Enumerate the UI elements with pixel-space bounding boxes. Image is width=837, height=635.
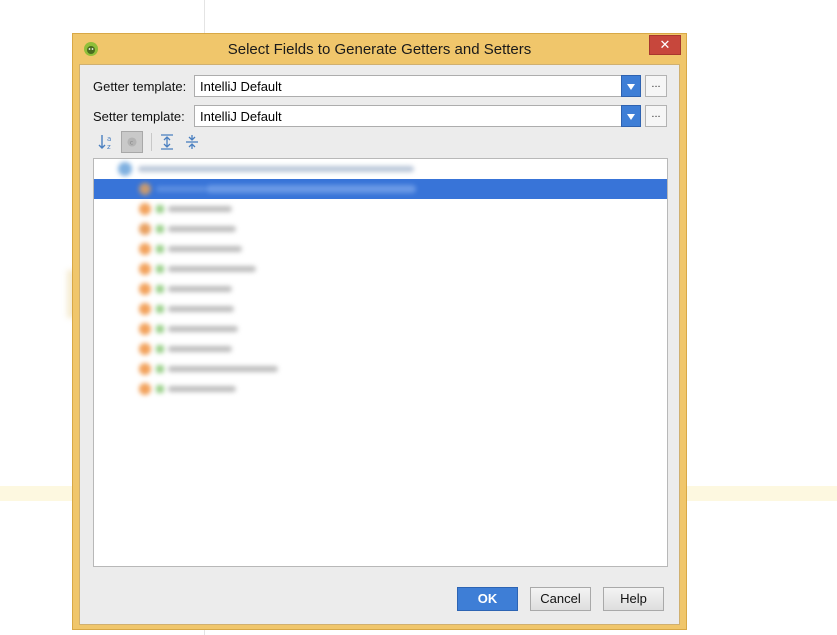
svg-text:z: z — [107, 143, 111, 151]
field-icon — [139, 243, 151, 255]
dialog-button-bar: OK Cancel Help — [80, 587, 679, 617]
collapse-all-icon[interactable] — [181, 131, 203, 153]
close-button[interactable]: ✕ — [649, 35, 681, 55]
lock-icon — [156, 345, 164, 353]
field-text-blur — [168, 246, 242, 252]
field-text-blur — [168, 266, 256, 272]
table-row[interactable] — [94, 319, 667, 339]
field-icon — [139, 203, 151, 215]
field-text-blur — [168, 306, 234, 312]
tree-toolbar: a z c — [96, 131, 216, 155]
title-bar[interactable]: Select Fields to Generate Getters and Se… — [73, 34, 686, 64]
generate-getters-setters-dialog: Select Fields to Generate Getters and Se… — [72, 33, 687, 630]
lock-icon — [156, 305, 164, 313]
table-row[interactable] — [94, 199, 667, 219]
expand-all-icon[interactable] — [156, 131, 178, 153]
dialog-content: Getter template: IntelliJ Default ... Se… — [79, 64, 680, 625]
cancel-button[interactable]: Cancel — [530, 587, 591, 611]
table-row[interactable] — [94, 279, 667, 299]
field-text-blur — [168, 326, 238, 332]
getter-template-label: Getter template: — [93, 79, 187, 94]
sort-alphabetically-icon[interactable]: a z — [96, 131, 118, 153]
ok-button[interactable]: OK — [457, 587, 518, 611]
setter-more-button[interactable]: ... — [645, 105, 667, 127]
field-icon — [139, 363, 151, 375]
table-row[interactable] — [94, 259, 667, 279]
field-text-blur — [168, 206, 232, 212]
table-row[interactable] — [94, 379, 667, 399]
field-text-blur — [156, 186, 206, 192]
field-text-blur — [168, 346, 232, 352]
setter-template-label: Setter template: — [93, 109, 185, 124]
table-row[interactable] — [94, 339, 667, 359]
help-button[interactable]: Help — [603, 587, 664, 611]
field-text-blur — [206, 185, 416, 193]
table-row[interactable] — [94, 359, 667, 379]
field-icon — [139, 223, 151, 235]
table-row[interactable] — [94, 179, 667, 199]
field-icon — [139, 383, 151, 395]
field-icon — [139, 283, 151, 295]
getter-more-button[interactable]: ... — [645, 75, 667, 97]
field-text-blur — [168, 386, 236, 392]
field-text-blur — [168, 286, 232, 292]
fields-tree[interactable] — [93, 158, 668, 567]
getter-template-value: IntelliJ Default — [200, 79, 282, 94]
field-text-blur — [168, 226, 236, 232]
close-icon: ✕ — [659, 37, 671, 52]
show-classes-icon[interactable]: c — [121, 131, 143, 153]
setter-template-value: IntelliJ Default — [200, 109, 282, 124]
lock-icon — [156, 245, 164, 253]
chevron-down-icon[interactable] — [621, 105, 641, 127]
field-icon — [139, 323, 151, 335]
getter-template-combo[interactable]: IntelliJ Default — [194, 75, 641, 97]
lock-icon — [156, 325, 164, 333]
setter-template-combo[interactable]: IntelliJ Default — [194, 105, 641, 127]
field-text-blur — [168, 366, 278, 372]
lock-icon — [156, 225, 164, 233]
tree-class-node[interactable] — [94, 159, 667, 179]
field-icon — [139, 303, 151, 315]
lock-icon — [156, 385, 164, 393]
field-icon — [139, 183, 151, 195]
lock-icon — [156, 365, 164, 373]
field-icon — [139, 263, 151, 275]
svg-text:a: a — [107, 135, 111, 143]
svg-text:c: c — [130, 140, 134, 147]
toolbar-separator — [151, 133, 152, 151]
dialog-title: Select Fields to Generate Getters and Se… — [227, 41, 532, 58]
chevron-down-icon[interactable] — [621, 75, 641, 97]
table-row[interactable] — [94, 299, 667, 319]
table-row[interactable] — [94, 239, 667, 259]
lock-icon — [156, 265, 164, 273]
lock-icon — [156, 205, 164, 213]
class-icon — [118, 162, 132, 176]
lock-icon — [156, 285, 164, 293]
field-icon — [139, 343, 151, 355]
class-node-text-blur — [138, 166, 414, 172]
table-row[interactable] — [94, 219, 667, 239]
